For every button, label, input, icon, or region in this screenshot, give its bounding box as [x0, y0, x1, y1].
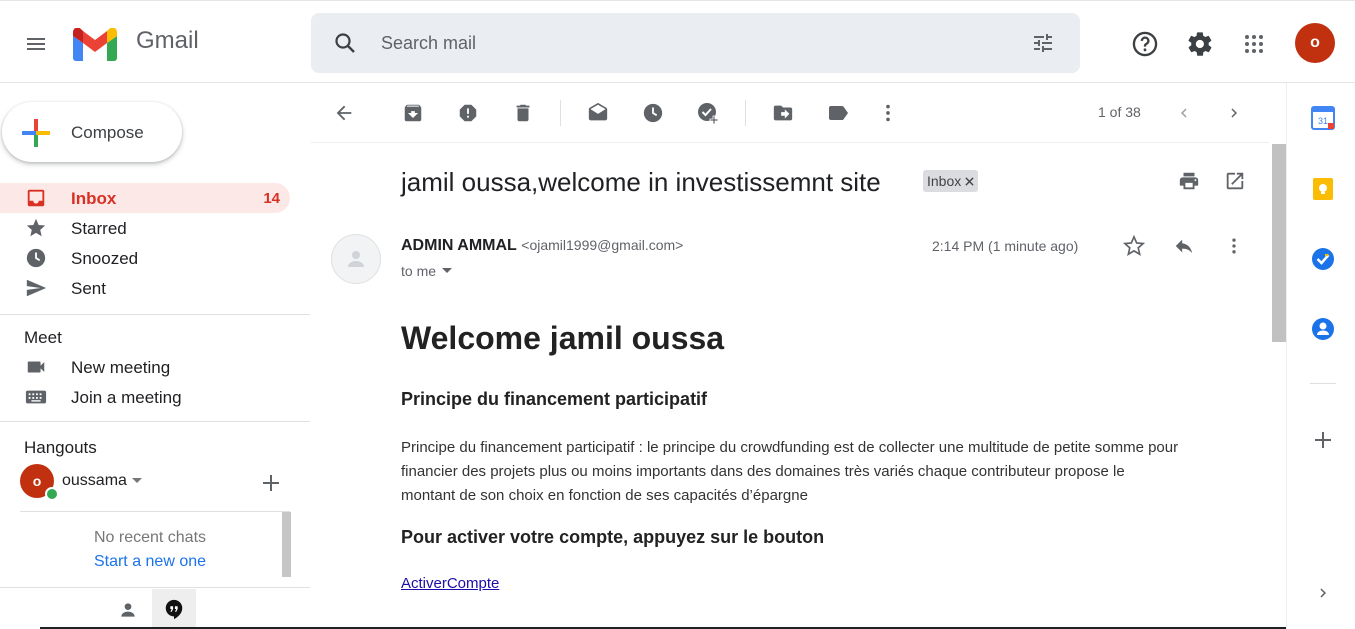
hangouts-divider: [20, 511, 290, 512]
contacts-icon[interactable]: [1306, 312, 1340, 346]
chevron-down-icon[interactable]: [132, 478, 142, 484]
recipient-text: to me: [401, 263, 437, 279]
sender-name[interactable]: ADMIN AMMAL: [401, 237, 517, 254]
older-chevron-right-icon[interactable]: [1218, 97, 1250, 129]
meet-title: Meet: [24, 328, 62, 347]
expand-panel-chevron-icon[interactable]: [1308, 578, 1338, 608]
search-input[interactable]: [381, 31, 981, 55]
message-more-icon[interactable]: [1220, 232, 1248, 260]
delete-trash-icon[interactable]: [507, 97, 539, 129]
report-spam-icon[interactable]: [452, 97, 484, 129]
compose-button[interactable]: Compose: [2, 102, 182, 162]
add-to-tasks-icon[interactable]: [692, 97, 724, 129]
star-icon: [24, 217, 48, 239]
contacts-person-icon[interactable]: [113, 595, 143, 625]
app-name: Gmail: [136, 27, 199, 54]
snooze-clock-icon[interactable]: [637, 97, 669, 129]
hangouts-scrollbar[interactable]: [282, 512, 291, 577]
sidebar-item-label: Sent: [71, 279, 106, 298]
email-time: 2:14 PM (1 minute ago): [932, 238, 1079, 254]
help-icon[interactable]: [1125, 24, 1165, 64]
settings-gear-icon[interactable]: [1180, 24, 1220, 64]
pagination-text: 1 of 38: [1098, 104, 1141, 120]
more-vertical-icon[interactable]: [872, 97, 904, 129]
email-scrollbar[interactable]: [1272, 144, 1286, 342]
inbox-icon: [24, 187, 48, 209]
get-addons-plus-icon[interactable]: [1308, 425, 1338, 455]
email-subject: jamil oussa,welcome in investissemnt sit…: [401, 167, 881, 197]
apps-grid-icon[interactable]: [1234, 24, 1274, 64]
calendar-icon[interactable]: 31: [1306, 101, 1340, 135]
join-meeting-button[interactable]: Join a meeting: [0, 382, 290, 412]
start-new-chat-link[interactable]: Start a new one: [20, 553, 280, 571]
print-icon[interactable]: [1174, 166, 1204, 196]
sidebar-divider: [0, 314, 310, 315]
side-panel-divider: [1310, 383, 1336, 384]
keyboard-icon: [24, 386, 48, 408]
recipient-line[interactable]: to me: [401, 263, 453, 279]
send-icon: [24, 277, 48, 299]
activate-account-link[interactable]: ActiverCompte: [401, 575, 499, 592]
paragraph-line: financier des projets plus ou moins impo…: [401, 463, 1125, 480]
gmail-logo-icon[interactable]: [73, 28, 117, 61]
add-chat-icon[interactable]: [258, 470, 284, 496]
paragraph-line: montant de son choix en fonction de ses …: [401, 487, 808, 504]
open-new-window-icon[interactable]: [1220, 166, 1250, 196]
hangouts-user-name[interactable]: oussama: [62, 472, 127, 490]
paragraph-line: Principe du financement participatif : l…: [401, 439, 1179, 456]
join-meeting-label: Join a meeting: [71, 388, 182, 407]
email-body-subheading: Principe du financement participatif: [401, 389, 708, 409]
main-menu-icon[interactable]: [16, 24, 56, 64]
reply-icon[interactable]: [1170, 232, 1198, 260]
new-meeting-button[interactable]: New meeting: [0, 352, 290, 382]
no-recent-chats-text: No recent chats: [93, 529, 207, 546]
sidebar-item-label: Snoozed: [71, 249, 139, 268]
search-icon[interactable]: [327, 25, 363, 61]
email-body-paragraph: Principe du financement participatif : l…: [401, 436, 1261, 508]
label-tag-icon[interactable]: [822, 97, 854, 129]
sidebar-item-starred[interactable]: Starred: [0, 213, 290, 243]
compose-plus-icon: [20, 117, 52, 149]
show-details-chevron-icon[interactable]: [442, 268, 453, 274]
newer-chevron-left-icon[interactable]: [1168, 97, 1200, 129]
sidebar-item-snoozed[interactable]: Snoozed: [0, 243, 290, 273]
unread-count: 14: [263, 190, 280, 207]
label-chip-text: Inbox: [927, 173, 962, 189]
sidebar-item-label: Starred: [71, 219, 127, 238]
toolbar-separator: [745, 100, 746, 126]
sidebar-divider: [0, 421, 310, 422]
sidebar-item-sent[interactable]: Sent: [0, 273, 290, 303]
remove-label-icon[interactable]: [965, 176, 974, 186]
hangouts-chat-icon[interactable]: [152, 589, 196, 629]
label-chip: Inbox: [923, 170, 979, 192]
new-meeting-label: New meeting: [71, 358, 171, 377]
mark-unread-icon[interactable]: [582, 97, 614, 129]
toolbar-separator: [560, 100, 561, 126]
video-camera-icon: [24, 356, 48, 378]
back-arrow-icon[interactable]: [328, 97, 360, 129]
tasks-icon[interactable]: [1306, 242, 1340, 276]
account-avatar[interactable]: o: [1295, 23, 1335, 63]
star-toggle-icon[interactable]: [1120, 232, 1148, 260]
sender-line: ADMIN AMMAL <ojamil1999@gmail.com>: [401, 237, 683, 255]
search-options-icon[interactable]: [1025, 25, 1061, 61]
archive-icon[interactable]: [397, 97, 429, 129]
move-to-icon[interactable]: [767, 97, 799, 129]
sidebar-item-label: Inbox: [71, 189, 117, 208]
clock-icon: [24, 247, 48, 269]
sender-avatar[interactable]: [331, 234, 381, 284]
email-body-heading: Welcome jamil oussa: [401, 320, 725, 356]
toolbar-bottom-divider: [311, 142, 1269, 143]
keep-notes-icon[interactable]: [1306, 172, 1340, 206]
hangouts-title: Hangouts: [24, 438, 97, 457]
search-bar[interactable]: [311, 13, 1080, 73]
email-cta-heading: Pour activer votre compte, appuyez sur l…: [401, 527, 825, 547]
sidebar-bottom-divider: [0, 587, 310, 588]
side-panel: [1286, 83, 1355, 629]
sidebar-item-inbox[interactable]: Inbox 14: [0, 183, 290, 213]
compose-label: Compose: [71, 123, 144, 142]
calendar-day: 31: [1318, 116, 1328, 126]
online-status-dot: [45, 487, 59, 501]
sender-email: <ojamil1999@gmail.com>: [521, 237, 684, 253]
